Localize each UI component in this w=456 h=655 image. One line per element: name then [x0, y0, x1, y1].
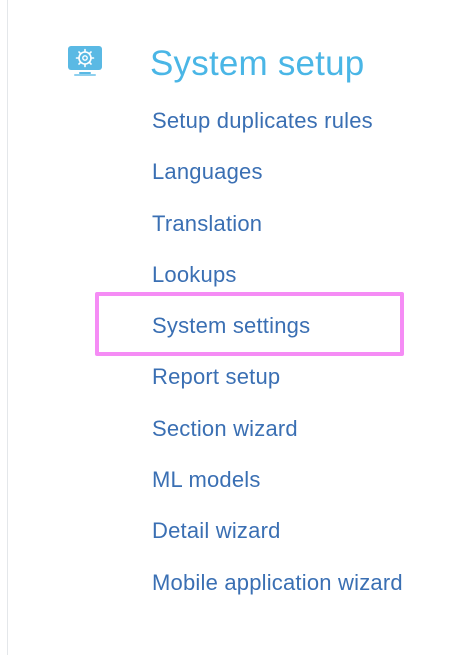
menu-item-setup-duplicates-rules[interactable]: Setup duplicates rules [152, 106, 403, 157]
menu-item-translation[interactable]: Translation [152, 209, 403, 260]
menu-item-report-setup[interactable]: Report setup [152, 362, 403, 413]
menu-item-detail-wizard[interactable]: Detail wizard [152, 516, 403, 567]
menu-item-system-settings[interactable]: System settings [152, 311, 403, 362]
section-title: System setup [150, 44, 365, 83]
menu-item-languages[interactable]: Languages [152, 157, 403, 208]
menu-item-section-wizard[interactable]: Section wizard [152, 414, 403, 465]
menu-item-mobile-application-wizard[interactable]: Mobile application wizard [152, 568, 403, 619]
gear-monitor-icon [66, 45, 104, 77]
system-setup-menu: Setup duplicates rules Languages Transla… [152, 106, 403, 619]
panel-left-border [7, 0, 8, 655]
menu-item-ml-models[interactable]: ML models [152, 465, 403, 516]
menu-item-lookups[interactable]: Lookups [152, 260, 403, 311]
